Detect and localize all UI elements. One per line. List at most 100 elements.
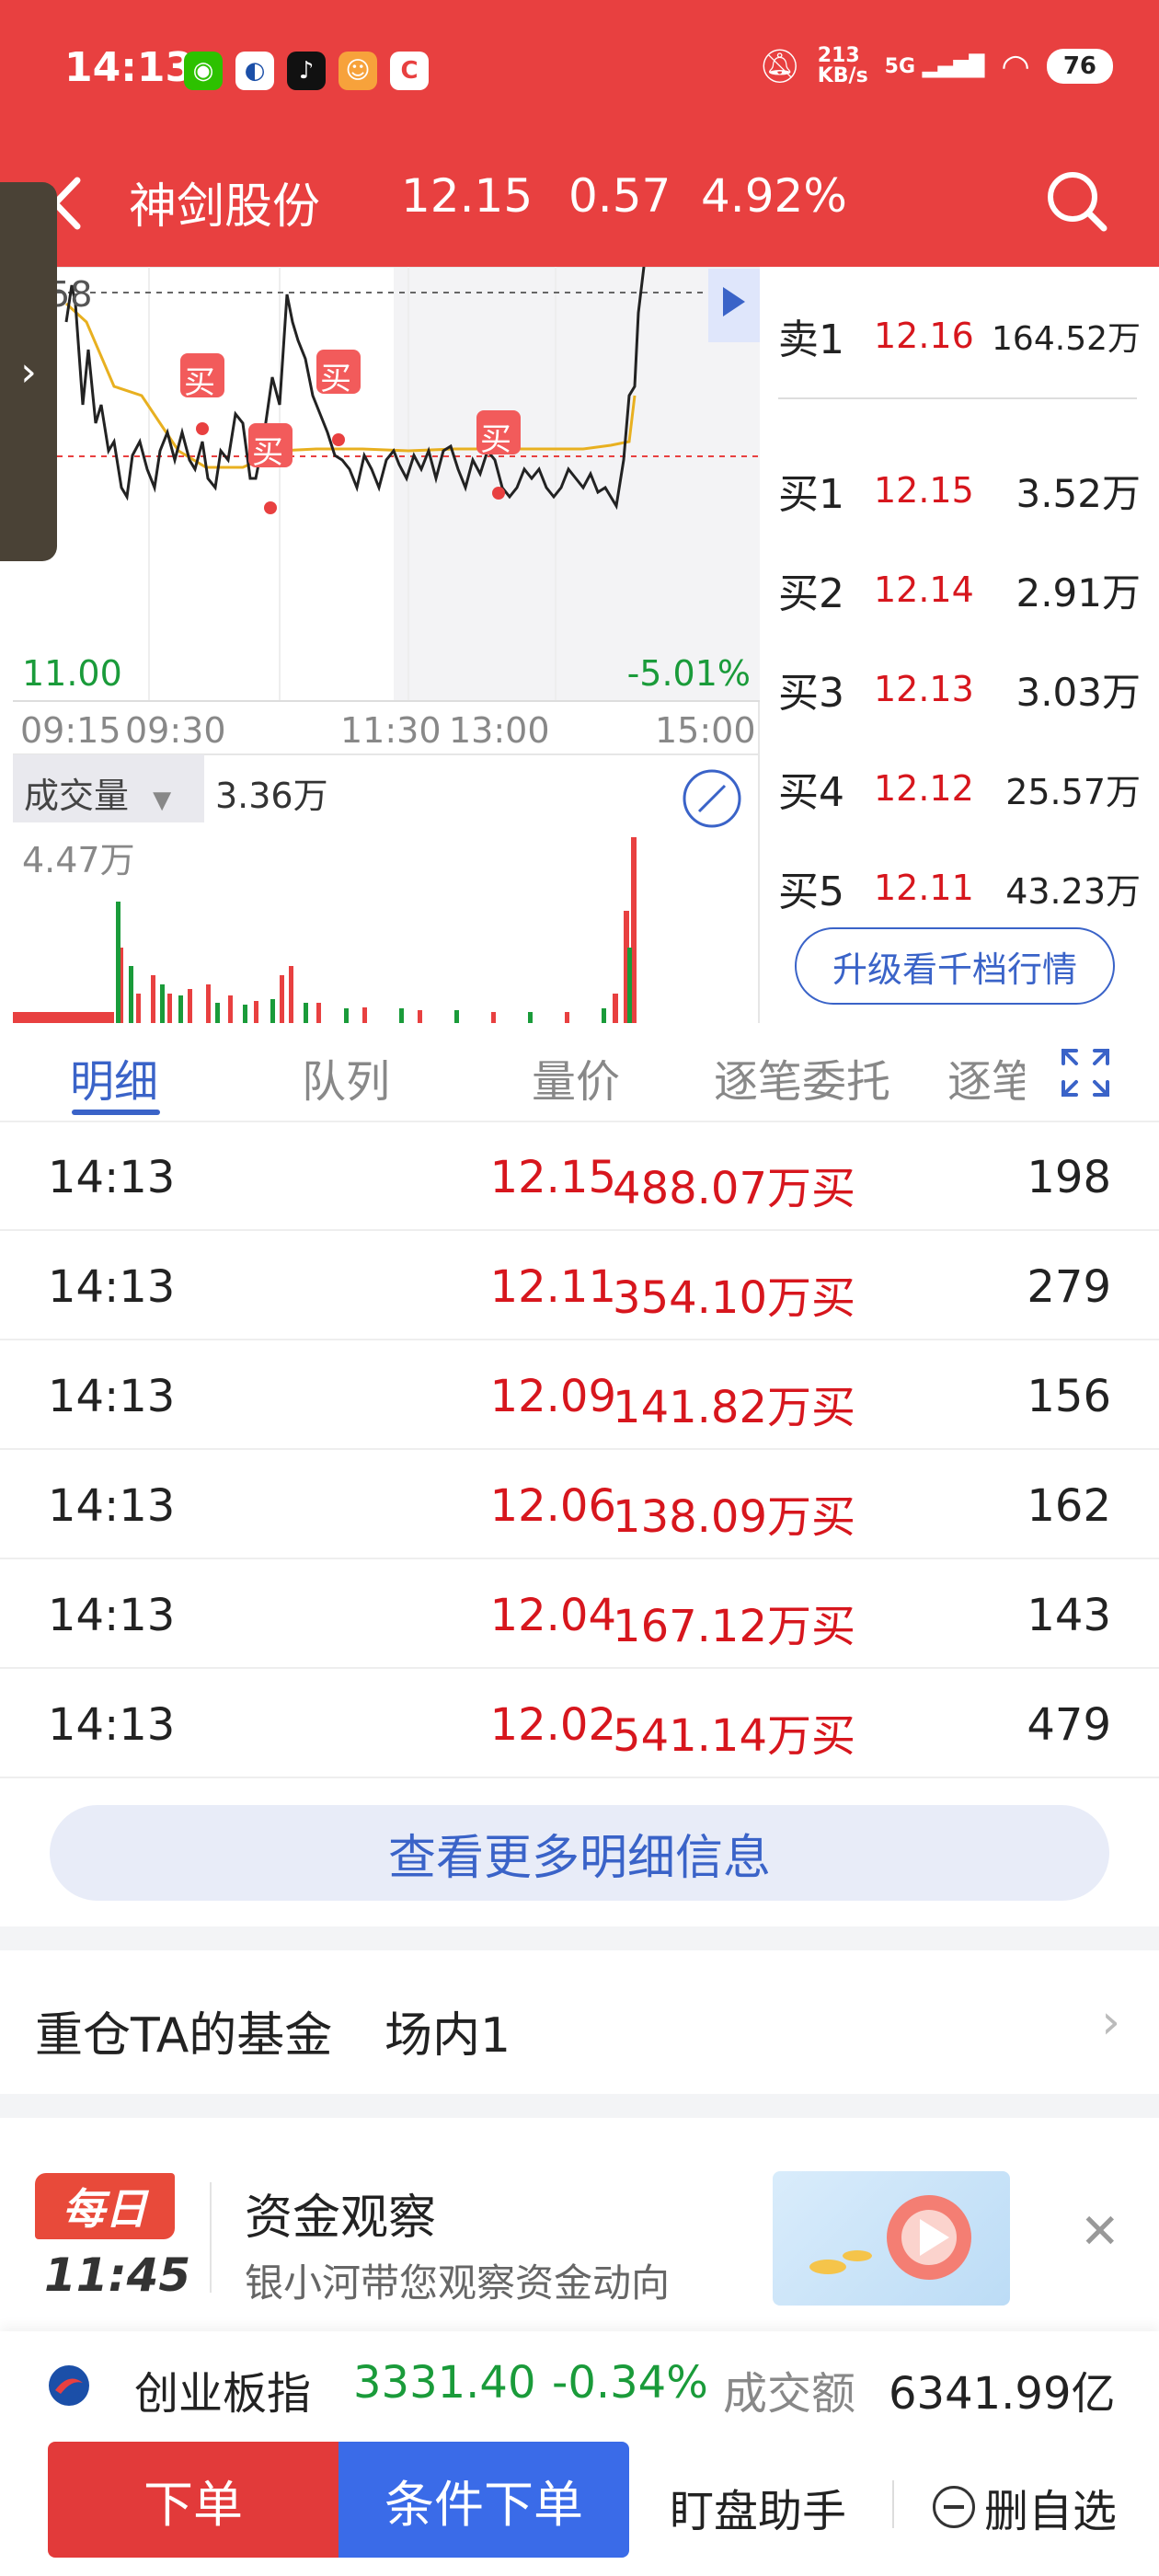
tab-details[interactable]: 明细 [70, 1045, 158, 1110]
index-logo-icon [49, 2365, 89, 2406]
app-icon: ☺ [339, 52, 377, 90]
order-book-row: 买3 12.13 3.03万 [773, 657, 1141, 721]
daily-badge: 每日 [35, 2173, 175, 2239]
time-tick: 11:30 [340, 710, 442, 751]
intraday-chart[interactable]: .58 11.00 -5.01% 09:15 09:30 11:30 13:00… [13, 266, 760, 1023]
tx-price: 12.02 [489, 1699, 616, 1751]
order-book-row: 买1 12.15 3.52万 [773, 458, 1141, 523]
tx-time: 14:13 [48, 1480, 176, 1532]
stock-price: 12.15 [401, 169, 534, 223]
order-book-label: 买2 [778, 570, 844, 617]
tx-count: 162 [1027, 1480, 1111, 1532]
order-book: 卖1 12.16 164.52万 买1 12.15 3.52万 买2 12.14… [773, 267, 1159, 1023]
index-change-pct: -0.34% [552, 2357, 708, 2409]
promo-title: 资金观察 [245, 2191, 437, 2246]
order-book-volume: 25.57万 [1005, 771, 1141, 812]
tab-volume-price[interactable]: 量价 [532, 1045, 620, 1110]
fund-count: 场内1 [384, 2008, 511, 2064]
chart-price-low: 11.00 [22, 653, 122, 694]
close-icon[interactable]: ✕ [1080, 2204, 1120, 2260]
tx-count: 156 [1027, 1371, 1111, 1422]
time-tick: 13:00 [449, 710, 550, 751]
time-tick: 09:15 [20, 710, 121, 751]
tx-price: 12.09 [489, 1371, 616, 1422]
remove-watchlist-button[interactable]: 删自选 [933, 2475, 1117, 2539]
tx-amount: 167.12万买 [613, 1601, 855, 1652]
tx-count: 198 [1027, 1152, 1111, 1203]
buy-marker-label: 买 [480, 421, 511, 458]
time-axis: 09:15 09:30 11:30 13:00 15:00 [13, 707, 760, 753]
index-volume-label: 成交额 [723, 2368, 856, 2420]
tx-count: 279 [1027, 1261, 1111, 1313]
chart-pct-low: -5.01% [626, 653, 751, 694]
promo-subtitle: 银小河带您观察资金动向 [245, 2260, 671, 2306]
promo-divider [210, 2182, 212, 2293]
tx-price: 12.11 [489, 1261, 616, 1313]
side-panel-toggle[interactable]: › [0, 182, 57, 561]
chart-expand-button[interactable] [683, 769, 741, 828]
tx-amount: 488.07万买 [613, 1163, 855, 1214]
order-book-row: 买2 12.14 2.91万 [773, 558, 1141, 622]
caret-down-icon: ▼ [153, 787, 172, 814]
tx-time: 14:13 [48, 1371, 176, 1422]
order-book-label: 买4 [778, 769, 844, 816]
status-indicators: 🔕︎ 213 KB/s 5G ▂▄▆█ ◠ 76 [759, 46, 1113, 86]
index-volume: 6341.99亿 [889, 2368, 1116, 2420]
minus-circle-icon [933, 2486, 975, 2528]
order-book-price: 12.12 [874, 768, 974, 809]
fullscreen-button[interactable] [1058, 1045, 1113, 1100]
detail-tabs: 明细 队列 量价 逐笔委托 逐笔 [0, 1023, 1159, 1122]
order-book-volume: 3.03万 [1016, 669, 1141, 715]
more-details-button[interactable]: 查看更多明细信息 [50, 1805, 1109, 1901]
order-book-volume: 43.23万 [1005, 870, 1141, 912]
order-book-row: 买5 12.11 43.23万 [773, 856, 1141, 920]
status-app-icons: ◉ ◐ ♪ ☺ C [184, 52, 429, 90]
volume-max: 4.47万 [22, 840, 135, 880]
search-button[interactable] [1039, 164, 1113, 237]
mute-icon: 🔕︎ [759, 48, 801, 86]
volume-selector[interactable]: 成交量 ▼ [24, 767, 171, 818]
section-divider [0, 2094, 1159, 2118]
status-bar: 14:13 ◉ ◐ ♪ ☺ C 🔕︎ 213 KB/s 5G ▂▄▆█ ◠ 76 [0, 0, 1159, 147]
order-button[interactable]: 下单 [48, 2442, 339, 2558]
net-speed: 213 KB/s [817, 44, 868, 87]
order-book-price: 12.11 [874, 868, 974, 908]
tx-amount: 138.09万买 [613, 1491, 855, 1543]
section-divider [0, 1926, 1159, 1950]
tx-amount: 354.10万买 [613, 1272, 855, 1324]
tx-time: 14:13 [48, 1699, 176, 1751]
wechat-icon: ◉ [184, 52, 223, 90]
index-ticker-bar[interactable]: 创业板指 3331.40 -0.34% 成交额 6341.99亿 [0, 2331, 1159, 2434]
order-book-price: 12.14 [874, 569, 974, 610]
remove-watchlist-label: 删自选 [984, 2486, 1118, 2537]
status-time: 14:13 [64, 44, 194, 91]
watch-helper-button[interactable]: 盯盘助手 [670, 2475, 846, 2539]
order-book-label: 买3 [778, 670, 844, 717]
order-book-volume: 2.91万 [1016, 569, 1141, 615]
wifi-icon: ◠ [1001, 47, 1030, 86]
active-tab-indicator [72, 1110, 160, 1115]
tab-order-by-order[interactable]: 逐笔委托 [714, 1045, 890, 1110]
tx-price: 12.06 [489, 1480, 616, 1532]
battery-indicator: 76 [1046, 49, 1113, 84]
heavy-fund-row[interactable]: 重仓TA的基金 场内1 › [0, 1952, 1159, 2094]
chevron-right-icon: › [1101, 1995, 1120, 2050]
tx-amount: 141.82万买 [613, 1382, 855, 1433]
tab-queue[interactable]: 队列 [302, 1045, 390, 1110]
fund-label: 重仓TA的基金 [35, 2008, 333, 2064]
signal-icon: 5G ▂▄▆█ [884, 54, 985, 78]
daily-promo-card[interactable]: 每日 11:45 资金观察 银小河带您观察资金动向 ✕ [0, 2118, 1159, 2326]
time-tick: 09:30 [125, 710, 226, 751]
stock-change-pct: 4.92% [701, 169, 847, 223]
conditional-order-button[interactable]: 条件下单 [339, 2442, 629, 2558]
order-book-volume: 3.52万 [1016, 470, 1141, 516]
tab-tick-by-tick[interactable]: 逐笔 [947, 1045, 1025, 1110]
index-value: 3331.40 [353, 2357, 536, 2409]
upgrade-depth-button[interactable]: 升级看千档行情 [795, 927, 1115, 1005]
table-row: 14:13 12.09 141.82万买 156 [0, 1341, 1159, 1450]
table-row: 14:13 12.15 488.07万买 198 [0, 1122, 1159, 1231]
order-book-volume: 164.52万 [992, 320, 1141, 358]
order-book-label: 买1 [778, 471, 844, 518]
tx-time: 14:13 [48, 1261, 176, 1313]
tx-amount: 541.14万买 [613, 1710, 855, 1762]
